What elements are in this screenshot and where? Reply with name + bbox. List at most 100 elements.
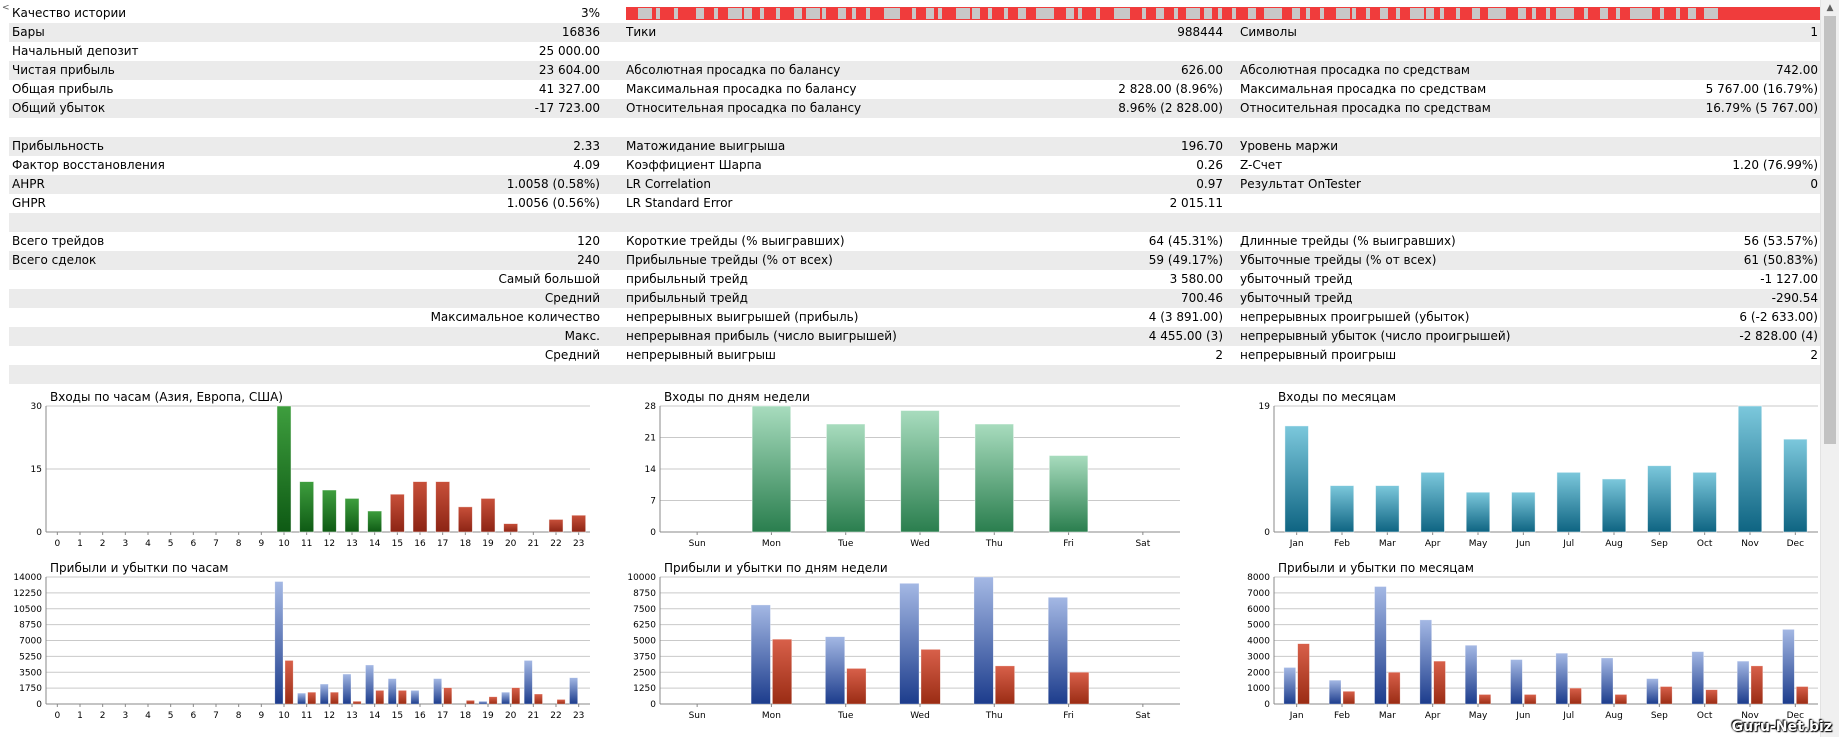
- row-group-label: Максимальное количество: [430, 310, 600, 324]
- stat-label: непрерывная прибыль (число выигрышей): [626, 329, 897, 343]
- stat-label: Коэффициент Шарпа: [626, 158, 762, 172]
- quality-bar-segment: [1688, 8, 1696, 19]
- x-tick-label: Fri: [1063, 539, 1074, 549]
- stats-row: Начальный депозит 25 000.00: [9, 42, 1821, 61]
- x-tick-label: 23: [573, 539, 584, 549]
- chart-svg: Входы по месяцам 0 19 Jan Feb Mar Apr May Jun Jul…: [1259, 390, 1818, 549]
- profit-bar: [1600, 657, 1614, 705]
- loss-bar: [534, 693, 543, 705]
- stat-label: Начальный депозит: [12, 44, 139, 58]
- quality-bar-segment: [728, 8, 742, 19]
- quality-bar-segment: [956, 8, 970, 19]
- stat-label: Всего сделок: [12, 253, 97, 267]
- x-tick-label: 12: [324, 539, 335, 549]
- quality-bar-segment: [760, 8, 764, 19]
- stat-label: Результат OnTester: [1240, 177, 1361, 191]
- stat-label: непрерывный проигрыш: [1240, 348, 1397, 362]
- scroll-thumb[interactable]: [1824, 16, 1836, 444]
- x-tick-label: 14: [369, 539, 381, 549]
- x-tick-label: 15: [392, 711, 403, 721]
- profit-bar: [1419, 619, 1432, 705]
- x-tick-label: 23: [573, 711, 584, 721]
- quality-bar-segment: [1248, 8, 1256, 19]
- loss-bar: [1569, 687, 1582, 705]
- stat-label: Общий убыток: [12, 101, 106, 115]
- x-tick-label: 16: [414, 539, 426, 549]
- quality-bar-segment: [744, 8, 752, 19]
- bar: [1284, 425, 1309, 533]
- x-tick-label: Dec: [1787, 539, 1804, 549]
- quality-bar-segment: [638, 8, 652, 19]
- x-tick-label: 4: [145, 711, 151, 721]
- chart-1: Входы по часам (Азия, Европа, США) 0 15 30 0…: [10, 390, 602, 555]
- x-tick-label: Feb: [1334, 711, 1350, 721]
- vertical-scrollbar[interactable]: ▲: [1820, 0, 1839, 737]
- y-tick-label: 7000: [1247, 589, 1270, 599]
- quality-bar-segment: [884, 8, 898, 19]
- loss-bar: [1388, 671, 1401, 705]
- quality-bar-segment: [852, 8, 856, 19]
- loss-bar: [772, 638, 793, 705]
- stat-label: Z-Счет: [1240, 158, 1283, 172]
- loss-bar: [330, 691, 339, 705]
- profit-bar: [750, 604, 771, 705]
- y-tick-label: 6000: [1247, 605, 1270, 615]
- stats-row: Общая прибыль 41 327.00 Максимальная проса…: [9, 80, 1821, 99]
- quality-bar-segment: [1278, 8, 1282, 19]
- scroll-up-arrow-icon[interactable]: ▲: [1821, 0, 1839, 16]
- stat-value: 742.00: [1776, 63, 1818, 77]
- x-tick-label: Sat: [1135, 539, 1150, 549]
- x-tick-label: 13: [346, 539, 357, 549]
- stat-label: Абсолютная просадка по балансу: [626, 63, 841, 77]
- x-tick-label: 13: [346, 711, 357, 721]
- stat-label: Бары: [12, 25, 45, 39]
- stat-label: непрерывных проигрышей (убыток): [1240, 310, 1470, 324]
- stat-value: 23 604.00: [538, 63, 600, 77]
- quality-bar-segment: [938, 8, 942, 19]
- loss-bar: [846, 668, 867, 705]
- stat-label: GHPR: [12, 196, 46, 210]
- stat-value: 56 (53.57%): [1743, 234, 1818, 248]
- row-group-label: Макс.: [564, 329, 600, 343]
- profit-bar: [274, 581, 284, 705]
- y-tick-label: 5000: [633, 637, 656, 647]
- stat-value: 1.0056 (0.56%): [506, 196, 600, 210]
- stats-row: GHPR 1.0056 (0.56%) LR Standard Error 2 015…: [9, 194, 1821, 213]
- quality-bar-segment: [1204, 8, 1212, 19]
- chart-6: Прибыли и убытки по месяцам 0 1000 2000 3000…: [1238, 561, 1830, 735]
- bar: [276, 405, 292, 533]
- stat-value: 240: [577, 253, 600, 267]
- profit-bar: [410, 690, 420, 705]
- stat-label: Абсолютная просадка по средствам: [1240, 63, 1470, 77]
- x-tick-label: Sat: [1135, 711, 1150, 721]
- watermark: Guru-Net.biz: [1731, 719, 1832, 735]
- quality-bar-segment: [988, 8, 992, 19]
- y-tick-label: 0: [1264, 700, 1270, 710]
- chart-title: Прибыли и убытки по месяцам: [1278, 561, 1474, 575]
- profit-bar: [1374, 586, 1387, 705]
- quality-bar-segment: [1078, 8, 1082, 19]
- x-tick-label: May: [1469, 539, 1488, 549]
- x-tick-label: 10: [278, 539, 290, 549]
- y-tick-label: 28: [645, 402, 657, 412]
- stat-label: Прибыльные трейды (% от всех): [626, 253, 833, 267]
- quality-bar-segment: [1156, 8, 1164, 19]
- stat-value: -17 723.00: [534, 101, 600, 115]
- x-tick-label: 18: [460, 711, 472, 721]
- profit-bar: [899, 583, 920, 705]
- chart-title: Входы по часам (Азия, Европа, США): [50, 390, 283, 404]
- x-tick-label: 6: [190, 539, 196, 549]
- bar: [299, 481, 315, 533]
- x-tick-label: 8: [236, 539, 242, 549]
- x-tick-label: Aug: [1605, 539, 1623, 549]
- stat-value: 16.79% (5 767.00): [1705, 101, 1818, 115]
- loss-bar: [1796, 686, 1809, 705]
- y-tick-label: 3500: [19, 668, 42, 678]
- stat-value: 2.33: [573, 139, 600, 153]
- profit-bar: [825, 636, 846, 705]
- x-tick-label: Jul: [1562, 711, 1574, 721]
- x-tick-label: 9: [258, 711, 264, 721]
- x-tick-label: 1: [77, 539, 83, 549]
- stats-row: Макс. непрерывная прибыль (число выигрыше…: [9, 327, 1821, 346]
- stat-label: Всего трейдов: [12, 234, 105, 248]
